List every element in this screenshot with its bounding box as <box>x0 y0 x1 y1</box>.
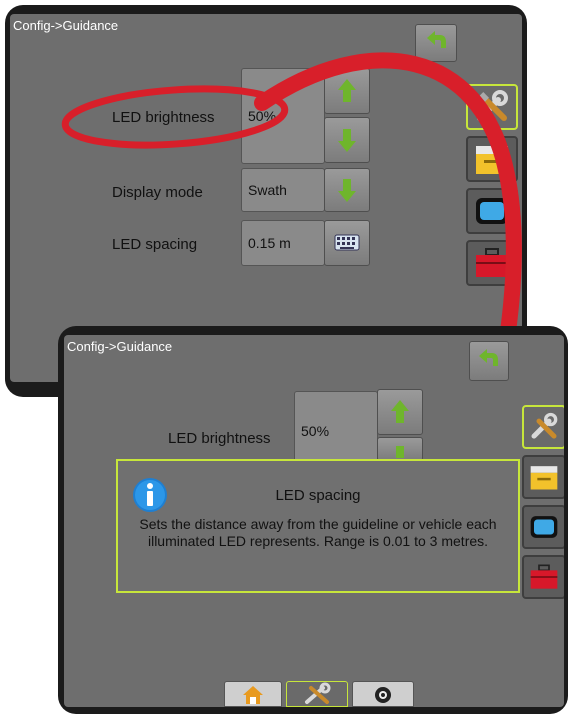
tools-icon <box>305 682 331 704</box>
led-brightness-down-button[interactable] <box>377 437 423 461</box>
back-button[interactable] <box>469 341 509 381</box>
led-brightness-text: 50% <box>248 108 277 124</box>
toolbox-icon <box>530 564 558 589</box>
tab-display[interactable] <box>522 505 564 549</box>
tab-toolbox[interactable] <box>522 555 564 599</box>
display-mode-label: Display mode <box>112 184 203 201</box>
down-arrow-icon <box>338 129 356 152</box>
tab-display[interactable] <box>466 188 518 234</box>
console-icon <box>530 466 558 490</box>
keyboard-icon <box>334 234 360 251</box>
bottom-tab-home[interactable] <box>224 681 282 707</box>
led-brightness-down-button[interactable] <box>324 117 370 163</box>
back-button[interactable] <box>415 24 457 62</box>
led-brightness-up-button[interactable] <box>377 389 423 435</box>
info-popup: LED spacing Sets the distance away from … <box>116 459 520 593</box>
info-popup-title: LED spacing <box>275 487 361 504</box>
back-arrow-icon <box>479 349 498 366</box>
tools-icon <box>531 412 558 439</box>
console-icon <box>476 146 508 174</box>
home-icon <box>243 686 263 704</box>
display-icon <box>530 516 558 538</box>
tab-console[interactable] <box>466 136 518 182</box>
tab-console[interactable] <box>522 455 564 499</box>
display-mode-value[interactable]: Swath <box>241 168 325 212</box>
display-icon <box>476 198 508 224</box>
bottom-tab-tools[interactable] <box>286 681 348 707</box>
up-arrow-icon <box>338 79 356 102</box>
led-brightness-text: 50% <box>301 423 330 439</box>
display-mode-text: Swath <box>248 182 287 198</box>
tab-toolbox[interactable] <box>466 240 518 286</box>
display-mode-dropdown-button[interactable] <box>324 168 370 212</box>
led-spacing-keyboard-button[interactable] <box>324 220 370 266</box>
led-brightness-up-button[interactable] <box>324 68 370 114</box>
info-popup-body: Sets the distance away from the guidelin… <box>139 516 497 549</box>
back-arrow-icon <box>427 31 446 48</box>
page-title: Config->Guidance <box>67 339 173 354</box>
led-spacing-label: LED spacing <box>112 236 198 253</box>
led-spacing-text: 0.15 m <box>248 235 291 251</box>
led-spacing-value[interactable]: 0.15 m <box>241 220 325 266</box>
tab-tools[interactable] <box>522 405 564 449</box>
tools-icon <box>477 90 508 121</box>
up-arrow-icon <box>391 400 409 423</box>
tab-tools[interactable] <box>466 84 518 130</box>
bottom-tab-camera[interactable] <box>352 681 414 707</box>
toolbox-icon <box>476 248 508 277</box>
camera-icon <box>375 687 391 703</box>
page-title: Config->Guidance <box>13 18 119 33</box>
down-arrow-icon <box>338 179 356 202</box>
led-brightness-label: LED brightness <box>112 109 215 126</box>
front-screen: Config->Guidance LED brightness 50% LED … <box>64 335 564 707</box>
led-brightness-value: 50% <box>241 68 325 164</box>
down-arrow-icon <box>396 446 404 458</box>
led-brightness-label: LED brightness <box>168 430 271 447</box>
